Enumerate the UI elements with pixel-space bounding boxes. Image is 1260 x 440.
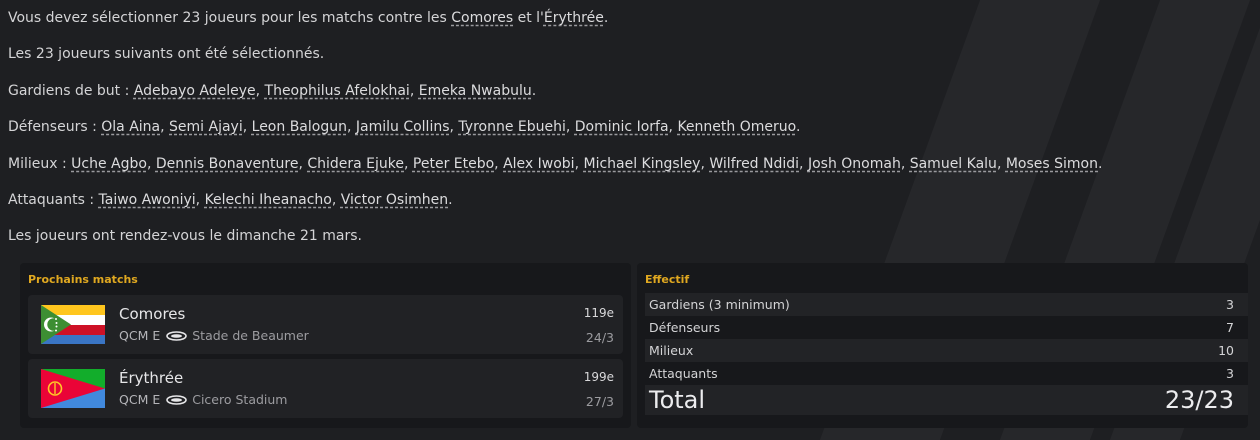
match-team-rank: 199e (583, 370, 614, 384)
squad-row-value: 3 (1226, 366, 1234, 381)
player-link[interactable]: Alex Iwobi (503, 156, 575, 172)
comoros-flag-icon (41, 305, 105, 344)
list-separator: , (996, 155, 1006, 172)
player-link[interactable]: Uche Agbo (71, 156, 147, 172)
squad-row: Défenseurs 7 (645, 316, 1248, 339)
list-separator: , (404, 155, 413, 172)
squad-row: Gardiens (3 minimum) 3 (645, 293, 1248, 316)
player-link[interactable]: Jamilu Collins (356, 119, 450, 135)
squad-row: Milieux 10 (645, 339, 1248, 362)
match-card[interactable]: Érythrée 199e QCM E Cicero Stadium 27/3 (28, 359, 623, 418)
player-link[interactable]: Samuel Kalu (910, 156, 997, 172)
squad-total-label: Total (649, 386, 706, 414)
player-link[interactable]: Victor Osimhen (341, 192, 448, 208)
squad-total-row: Total 23/23 (645, 385, 1248, 415)
match-card[interactable]: Comores 119e QCM E Stade de Beaumer 24/3 (28, 295, 623, 354)
list-separator: , (331, 191, 341, 208)
squad-row-value: 3 (1226, 297, 1234, 312)
squad-panel: Effectif Gardiens (3 minimum) 3 Défenseu… (637, 263, 1248, 428)
squad-row: Attaquants 3 (645, 362, 1248, 385)
player-link[interactable]: Taiwo Awoniyi (99, 192, 196, 208)
midfielders-line: Milieux : Uche Agbo, Dennis Bonaventure,… (8, 155, 1103, 172)
stadium-icon (166, 330, 188, 341)
list-separator: . (531, 82, 537, 99)
list-separator: , (146, 155, 156, 172)
squad-row-label: Défenseurs (649, 320, 721, 335)
stadium-name: Cicero Stadium (192, 392, 288, 407)
list-separator: , (195, 191, 205, 208)
list-separator: . (448, 191, 453, 208)
list-separator: . (1098, 155, 1103, 172)
player-link[interactable]: Chidera Ejuke (307, 156, 404, 172)
inbox-message-body: Vous devez sélectionner 23 joueurs pour … (8, 0, 1248, 255)
match-date: 27/3 (585, 394, 614, 409)
upcoming-matches-panel: Prochains matchs Comores 119e QCM E Stad… (20, 263, 631, 428)
player-link[interactable]: Dennis Bonaventure (156, 156, 299, 172)
player-link[interactable]: Adebayo Adeleye (134, 83, 256, 99)
player-link[interactable]: Wilfred Ndidi (709, 156, 799, 172)
player-link[interactable]: Michael Kingsley (583, 156, 700, 172)
match-competition: QCM E Stade de Beaumer (119, 328, 309, 343)
meeting-line: Les joueurs ont rendez-vous le dimanche … (8, 228, 362, 245)
goalkeepers-line: Gardiens de but : Adebayo Adeleye, Theop… (8, 82, 537, 99)
match-competition: QCM E Cicero Stadium (119, 392, 288, 407)
match-team-rank: 119e (583, 306, 614, 320)
squad-table: Gardiens (3 minimum) 3 Défenseurs 7 Mili… (645, 293, 1248, 415)
squad-total-value: 23/23 (1164, 386, 1234, 414)
player-link[interactable]: Theophilus Afelokhai (265, 83, 410, 99)
upcoming-matches-title: Prochains matchs (28, 273, 138, 286)
attackers-line: Attaquants : Taiwo Awoniyi, Kelechi Ihea… (8, 191, 453, 208)
squad-row-label: Gardiens (3 minimum) (649, 297, 790, 312)
player-link[interactable]: Josh Onomah (808, 156, 901, 172)
player-link[interactable]: Ola Aina (101, 119, 160, 135)
list-separator: , (160, 119, 170, 136)
player-link[interactable]: Peter Etebo (413, 156, 494, 172)
list-separator: , (255, 82, 265, 99)
stadium-icon (166, 394, 188, 405)
match-team-name[interactable]: Érythrée (119, 369, 183, 387)
list-separator: , (242, 119, 252, 136)
list-separator: . (795, 119, 801, 136)
list-separator: , (799, 155, 808, 172)
opponent-link[interactable]: Comores (451, 10, 513, 26)
squad-title: Effectif (645, 273, 690, 286)
player-link[interactable]: Kelechi Iheanacho (205, 192, 332, 208)
stadium-name: Stade de Beaumer (192, 328, 309, 343)
defenders-line: Défenseurs : Ola Aina, Semi Ajayi, Leon … (8, 119, 801, 136)
squad-row-value: 10 (1218, 343, 1234, 358)
squad-row-value: 7 (1226, 320, 1234, 335)
eritrea-flag-icon (41, 369, 105, 408)
player-link[interactable]: Leon Balogun (252, 119, 347, 135)
player-link[interactable]: Tyronne Ebuehi (458, 119, 565, 135)
list-separator: , (494, 155, 504, 172)
squad-row-label: Attaquants (649, 366, 718, 381)
message-selected-line: Les 23 joueurs suivants ont été sélectio… (8, 46, 325, 63)
list-separator: , (346, 119, 356, 136)
list-separator: , (565, 119, 575, 136)
message-intro-line: Vous devez sélectionner 23 joueurs pour … (8, 10, 609, 26)
list-separator: , (900, 155, 910, 172)
list-separator: , (298, 155, 308, 172)
player-link[interactable]: Dominic Iorfa (575, 119, 669, 135)
list-separator: , (409, 82, 419, 99)
competition-label: QCM E (119, 392, 161, 407)
opponent-link[interactable]: Érythrée (544, 10, 604, 26)
player-link[interactable]: Kenneth Omeruo (677, 119, 796, 135)
match-team-name[interactable]: Comores (119, 305, 185, 323)
competition-label: QCM E (119, 328, 161, 343)
match-date: 24/3 (585, 330, 614, 345)
player-link[interactable]: Semi Ajayi (169, 119, 243, 135)
player-link[interactable]: Emeka Nwabulu (419, 83, 532, 99)
squad-row-label: Milieux (649, 343, 694, 358)
player-link[interactable]: Moses Simon (1006, 156, 1098, 172)
